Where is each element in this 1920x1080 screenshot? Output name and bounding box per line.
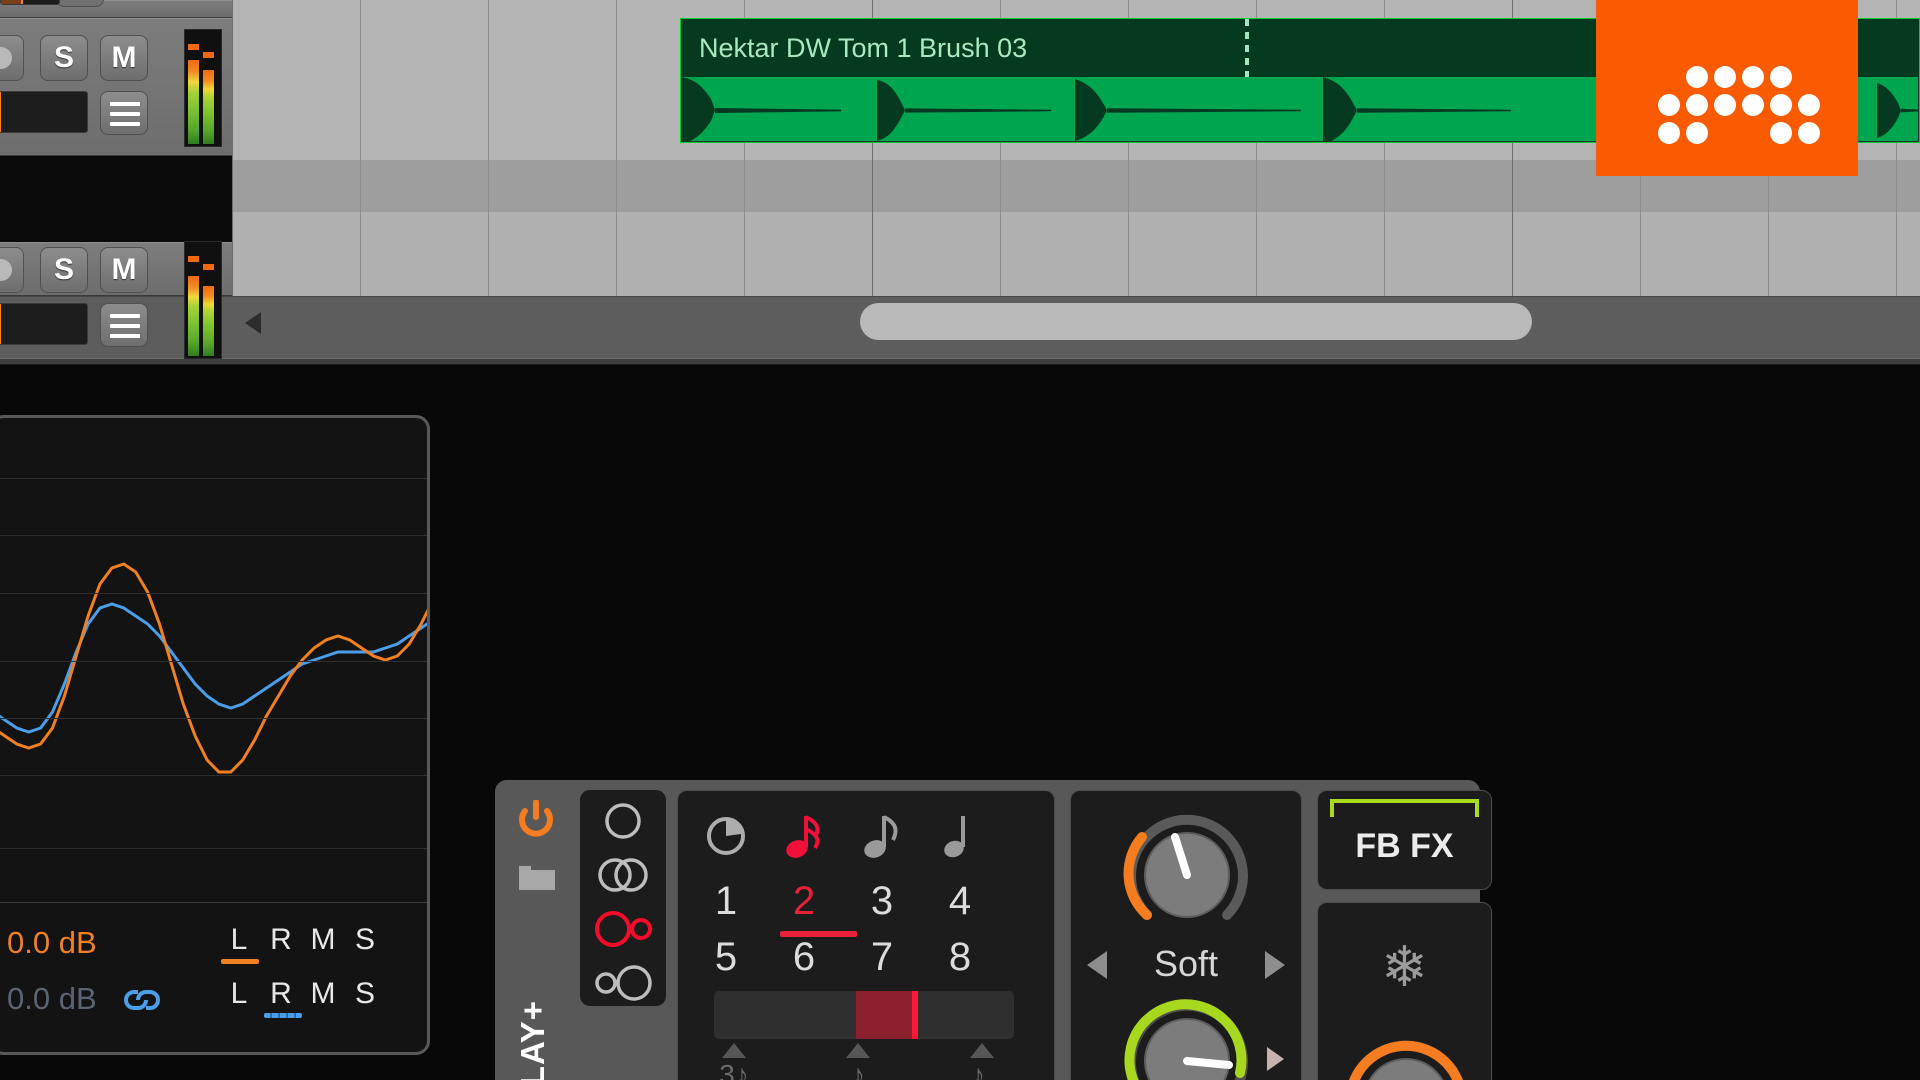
scope-traces — [0, 562, 427, 774]
channel-bottom-selected-underline — [264, 1013, 302, 1018]
track-header-spacer — [0, 156, 232, 242]
mode-ping-right-icon[interactable] — [580, 956, 666, 1010]
width-mix-panel: ❄ Width — [1317, 902, 1492, 1080]
feedback-panel: Soft — [1070, 790, 1302, 1080]
channel-top-l[interactable]: L — [218, 923, 260, 957]
sixteenth-note-icon[interactable] — [768, 809, 840, 865]
division-2[interactable]: 2 — [768, 879, 840, 924]
feedback-amount-knob[interactable] — [1117, 991, 1257, 1080]
fb-fx-button[interactable]: FB FX — [1317, 790, 1492, 890]
power-icon[interactable] — [517, 799, 555, 838]
slider-tick-straight — [846, 1043, 870, 1058]
scope-footer: 0.0 dB 0.0 dB LRMS LRMS — [0, 902, 427, 1052]
eighth-note-icon[interactable] — [846, 809, 918, 865]
fb-fx-active-bracket — [1330, 799, 1479, 817]
waveform-scope[interactable]: 0.0 dB 0.0 dB LRMS LRMS — [0, 415, 430, 1055]
track-header-1[interactable]: S M — [0, 18, 232, 156]
plugin-rack: 0.0 dB 0.0 dB LRMS LRMS + + — [0, 365, 1920, 1080]
clip-title: Nektar DW Tom 1 Brush 03 — [699, 33, 1028, 63]
record-arm-button-2[interactable] — [0, 247, 24, 293]
delay-offset-slider[interactable] — [714, 991, 1014, 1039]
plugin-side-strip: DELAY+ — [495, 780, 575, 1080]
division-6[interactable]: 6 — [768, 935, 840, 980]
slider-tick-dotted — [970, 1043, 994, 1058]
track-name-field-1[interactable] — [0, 91, 88, 133]
3-triplet-note-icon: 3♪ — [719, 1059, 749, 1080]
channel-bot-r[interactable]: R — [260, 977, 302, 1011]
division-5[interactable]: 5 — [690, 935, 762, 980]
window-divider — [0, 358, 1920, 365]
division-3[interactable]: 3 — [846, 879, 918, 924]
channel-top-m[interactable]: M — [302, 923, 344, 957]
delay-mode-selector[interactable] — [580, 790, 666, 1006]
delay-time-panel: 1 2 3 4 5 6 7 8 3♪ ♪ ♪. ± 6 ms — [677, 790, 1055, 1080]
channel-top-selected-underline — [221, 959, 259, 964]
feedback-character-knob[interactable] — [1117, 805, 1257, 950]
mute-button-2[interactable]: M — [100, 247, 148, 293]
link-icon[interactable] — [121, 987, 163, 1013]
track-meter-2 — [184, 241, 222, 359]
straight-note-icon: ♪ — [851, 1059, 865, 1080]
clock-icon[interactable] — [690, 809, 762, 865]
division-1[interactable]: 1 — [690, 879, 762, 924]
feedback-amount-pointer — [1267, 1047, 1284, 1071]
add-plugin-right-button[interactable]: + — [1495, 1065, 1532, 1080]
add-plugin-left-button[interactable]: + — [447, 1065, 484, 1080]
record-arm-button-1[interactable] — [0, 35, 24, 81]
delay-plus-plugin: DELAY+ 1 2 3 4 5 6 7 8 3♪ ♪ ♪. Soft FB F… — [495, 780, 1492, 1080]
quarter-note-icon[interactable] — [924, 809, 996, 865]
track-name-field-2[interactable] — [0, 303, 88, 345]
track-list-button-1[interactable] — [100, 91, 148, 135]
track-header-2[interactable]: S M — [0, 241, 232, 359]
scrollbar-thumb[interactable] — [860, 303, 1532, 340]
slider-tick-triplet — [722, 1043, 746, 1058]
gain-right-value[interactable]: 0.0 dB — [7, 981, 97, 1017]
scroll-left-arrow-icon[interactable] — [245, 312, 261, 334]
mode-ping-left-icon[interactable] — [580, 902, 666, 956]
gain-left-value[interactable]: 0.0 dB — [7, 925, 97, 961]
track-lane-3[interactable] — [232, 212, 1920, 296]
folder-icon[interactable] — [519, 862, 555, 890]
channel-bot-s[interactable]: S — [344, 977, 386, 1011]
mode-stereo-icon[interactable] — [580, 848, 666, 902]
division-4[interactable]: 4 — [924, 879, 996, 924]
solo-button-1[interactable]: S — [40, 35, 88, 81]
track-header-row-top[interactable] — [0, 0, 232, 18]
channel-select-bottom[interactable]: LRMS — [218, 977, 386, 1011]
channel-top-s[interactable]: S — [344, 923, 386, 957]
mute-button-1[interactable]: M — [100, 35, 148, 81]
snowflake-icon[interactable]: ❄ — [1318, 939, 1491, 995]
arrow-right-icon[interactable] — [1265, 951, 1285, 979]
channel-bot-l[interactable]: L — [218, 977, 260, 1011]
fb-fx-label: FB FX — [1355, 827, 1454, 865]
division-7[interactable]: 7 — [846, 935, 918, 980]
arrange-window: Nektar DW Tom 1 Brush 03 S M S M — [0, 0, 1920, 365]
clip-split-marker — [1245, 19, 1249, 77]
track-list-button-2[interactable] — [100, 303, 148, 347]
dotted-note-icon: ♪. — [971, 1059, 993, 1080]
width-knob[interactable] — [1336, 1031, 1476, 1080]
mode-mono-icon[interactable] — [580, 794, 666, 848]
channel-top-r[interactable]: R — [260, 923, 302, 957]
channel-select-top[interactable]: LRMS — [218, 923, 386, 957]
solo-button-2[interactable]: S — [40, 247, 88, 293]
division-8[interactable]: 8 — [924, 935, 996, 980]
track-meter-1 — [184, 29, 222, 147]
nektar-dots-logo — [1596, 0, 1858, 176]
channel-bot-m[interactable]: M — [302, 977, 344, 1011]
track-header-list: S M S M — [0, 0, 232, 359]
plugin-name: DELAY+ — [514, 999, 551, 1080]
